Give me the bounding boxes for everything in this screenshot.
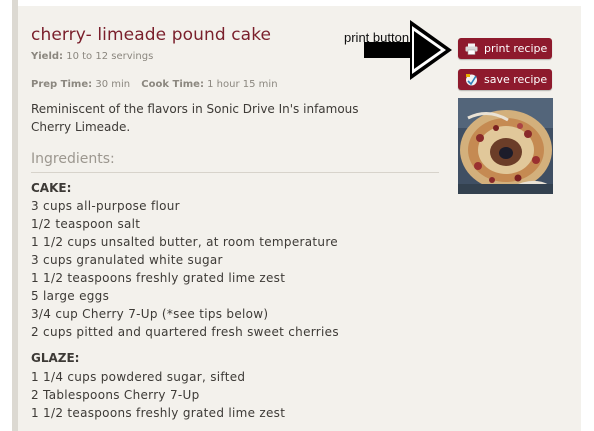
section-heading-glaze: GLAZE: [31, 351, 80, 365]
save-recipe-icon [465, 73, 478, 86]
yield-value: 10 to 12 servings [66, 51, 154, 62]
recipe-title: cherry- limeade pound cake [31, 25, 272, 45]
ingredients-divider [31, 172, 439, 173]
cook-time-value: 1 hour 15 min [207, 79, 278, 90]
ingredient-item: 1 1/2 teaspoons freshly grated lime zest [31, 271, 286, 285]
yield-label: Yield: [31, 51, 64, 62]
prep-time-value: 30 min [95, 79, 131, 90]
ingredient-item: 1 1/4 cups powdered sugar, sifted [31, 370, 246, 384]
printer-icon [465, 42, 478, 55]
recipe-description: Reminiscent of the flavors in Sonic Driv… [31, 102, 359, 134]
ingredients-heading: Ingredients: [31, 151, 115, 167]
cook-time-label: Cook Time: [141, 79, 204, 90]
ingredient-item: 2 cups pitted and quartered fresh sweet … [31, 325, 339, 339]
ingredient-item: 1/2 teaspoon salt [31, 217, 141, 231]
ingredient-item: 3 cups granulated white sugar [31, 253, 223, 267]
ingredient-item: 3/4 cup Cherry 7-Up (*see tips below) [31, 307, 269, 321]
ingredient-item: 5 large eggs [31, 289, 110, 303]
recipe-times: Prep Time: 30 min Cook Time: 1 hour 15 m… [31, 79, 278, 90]
ingredient-item: 1 1/2 cups unsalted butter, at room temp… [31, 235, 338, 249]
glaze-ingredient-list: 1 1/4 cups powdered sugar, sifted 2 Tabl… [31, 368, 285, 422]
print-recipe-label: print recipe [484, 42, 548, 55]
cake-photo [458, 98, 553, 194]
section-heading-cake: CAKE: [31, 181, 72, 195]
save-recipe-label: save recipe [484, 73, 548, 86]
right-arrow-icon [364, 17, 454, 89]
ingredient-item: 2 Tablespoons Cherry 7-Up [31, 388, 200, 402]
save-recipe-button[interactable]: save recipe [458, 69, 552, 90]
print-recipe-button[interactable]: print recipe [458, 38, 552, 59]
cake-ingredient-list: 3 cups all-purpose flour 1/2 teaspoon sa… [31, 197, 339, 341]
recipe-yield: Yield: 10 to 12 servings [31, 51, 153, 62]
ingredient-item: 1 1/2 teaspoons freshly grated lime zest [31, 406, 286, 420]
ingredient-item: 3 cups all-purpose flour [31, 199, 180, 213]
prep-time-label: Prep Time: [31, 79, 93, 90]
